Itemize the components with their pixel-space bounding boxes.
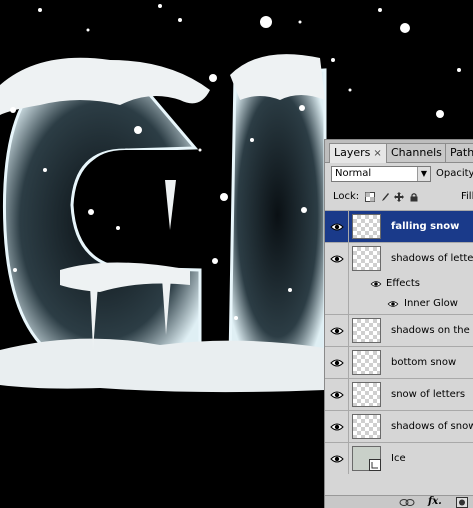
eye-col	[325, 294, 349, 314]
lock-transparent-icon[interactable]	[365, 192, 375, 202]
layer-row-bottom-snow[interactable]: bottom snow	[325, 346, 473, 378]
lock-row: Lock: Fill	[325, 188, 473, 206]
layer-thumbnail	[352, 214, 381, 239]
layer-row-shadows-of-snow[interactable]: shadows of snow	[325, 410, 473, 442]
layer-thumbnail	[352, 246, 381, 271]
layer-thumbnail	[352, 414, 381, 439]
layer-name: shadows of snow	[391, 421, 473, 432]
inner-glow-label: Inner Glow	[404, 298, 458, 309]
tab-channels[interactable]: Channels	[386, 143, 447, 162]
visibility-toggle[interactable]	[325, 211, 349, 242]
layer-row-ice[interactable]: Ice	[325, 442, 473, 474]
tab-channels-label: Channels	[391, 146, 442, 159]
panel-tabs: Layers× Channels Paths	[325, 140, 473, 163]
inner-glow-row[interactable]: Inner Glow	[325, 294, 473, 314]
visibility-toggle[interactable]	[325, 347, 349, 378]
layer-thumbnail	[352, 318, 381, 343]
eye-icon	[330, 255, 344, 263]
layer-row-shadows-on-surface[interactable]: shadows on the surface	[325, 314, 473, 346]
layer-row-falling-snow[interactable]: falling snow	[325, 210, 473, 242]
eye-col	[325, 274, 349, 294]
smart-object-icon	[369, 459, 381, 471]
tab-paths-label: Paths	[450, 146, 473, 159]
layers-panel: Layers× Channels Paths Normal ▼ Opacity …	[324, 139, 473, 508]
link-icon[interactable]	[399, 498, 415, 507]
tab-paths[interactable]: Paths	[445, 143, 473, 162]
visibility-toggle[interactable]	[325, 243, 349, 274]
move-icon[interactable]	[394, 192, 404, 202]
lock-label: Lock:	[333, 191, 360, 202]
tab-layers-label: Layers	[334, 146, 371, 159]
eye-icon	[330, 423, 344, 431]
blend-mode-value: Normal	[335, 168, 372, 179]
layer-thumbnail	[352, 350, 381, 375]
eye-icon	[330, 391, 344, 399]
mask-icon[interactable]	[456, 497, 468, 508]
layer-name: snow of letters	[391, 389, 466, 400]
brush-icon[interactable]	[380, 192, 390, 202]
visibility-toggle[interactable]	[325, 443, 349, 474]
eye-icon	[330, 327, 344, 335]
layer-name: Ice	[391, 453, 406, 464]
eye-icon[interactable]	[387, 300, 399, 308]
opacity-label: Opacity	[436, 168, 473, 179]
layer-row-snow-of-letters[interactable]: snow of letters	[325, 378, 473, 410]
layer-name: shadows on the surface	[391, 325, 473, 336]
tab-layers[interactable]: Layers ×	[329, 143, 387, 163]
eye-icon	[330, 223, 344, 231]
visibility-toggle[interactable]	[325, 411, 349, 442]
layer-thumbnail	[352, 382, 381, 407]
layer-name: shadows of letters	[391, 253, 473, 264]
visibility-toggle[interactable]	[325, 315, 349, 346]
close-icon[interactable]: ×	[373, 148, 381, 159]
effects-label: Effects	[386, 278, 420, 289]
effects-row[interactable]: Effects	[325, 274, 473, 294]
layer-thumbnail	[352, 446, 381, 471]
visibility-toggle[interactable]	[325, 379, 349, 410]
fx-icon[interactable]: fx.	[428, 496, 442, 507]
panel-footer: fx.	[325, 495, 473, 508]
ice-letter-i	[228, 68, 327, 362]
eye-icon	[330, 455, 344, 463]
eye-icon[interactable]	[370, 280, 382, 288]
eye-icon	[330, 359, 344, 367]
layer-name: bottom snow	[391, 357, 457, 368]
layer-name: falling snow	[391, 221, 460, 232]
lock-icon[interactable]	[409, 192, 419, 202]
layer-row-shadows-of-letters[interactable]: shadows of letters	[325, 242, 473, 274]
chevron-down-icon: ▼	[417, 167, 430, 181]
fill-label: Fill	[461, 191, 473, 202]
blend-mode-select[interactable]: Normal ▼	[331, 166, 431, 182]
